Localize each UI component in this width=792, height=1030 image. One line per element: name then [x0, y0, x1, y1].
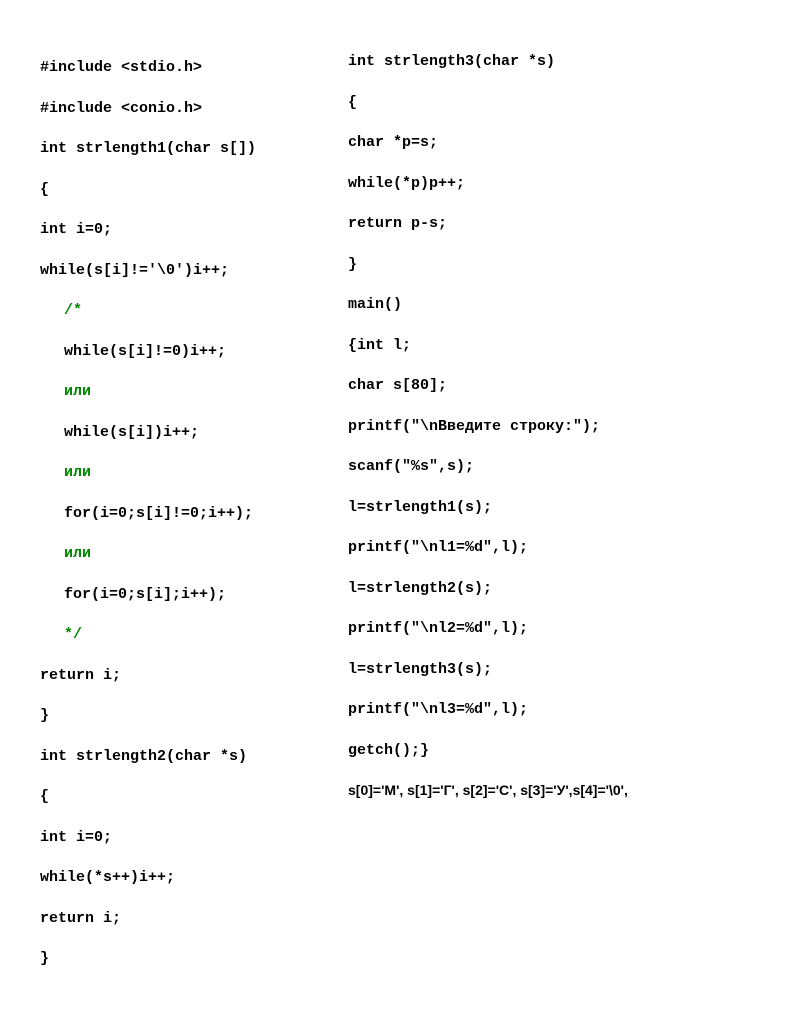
code-line: } — [40, 706, 320, 726]
code-line: l=strlength3(s); — [348, 660, 762, 680]
code-line: #include <conio.h> — [40, 99, 320, 119]
code-line: printf("\nl2=%d",l); — [348, 619, 762, 639]
comment-line: или — [40, 463, 320, 483]
code-line: l=strlength1(s); — [348, 498, 762, 518]
code-line: } — [348, 255, 762, 275]
code-line: int i=0; — [40, 828, 320, 848]
code-line: return i; — [40, 666, 320, 686]
code-line: { — [348, 93, 762, 113]
code-line: {int l; — [348, 336, 762, 356]
code-line: int strlength3(char *s) — [348, 52, 762, 72]
code-line: getch();} — [348, 741, 762, 761]
code-line: return i; — [40, 909, 320, 929]
code-line: while(*p)p++; — [348, 174, 762, 194]
comment-line: while(s[i])i++; — [40, 423, 320, 443]
comment-line: или — [40, 544, 320, 564]
code-line: char s[80]; — [348, 376, 762, 396]
right-column: int strlength3(char *s) { char *p=s; whi… — [348, 32, 762, 1010]
comment-line: for(i=0;s[i];i++); — [40, 585, 320, 605]
comment-line: или — [40, 382, 320, 402]
code-line: { — [40, 180, 320, 200]
code-line: printf("\nl3=%d",l); — [348, 700, 762, 720]
comment-line: */ — [40, 625, 320, 645]
code-line: int strlength2(char *s) — [40, 747, 320, 767]
code-line: int strlength1(char s[]) — [40, 139, 320, 159]
code-line: { — [40, 787, 320, 807]
comment-line: /* — [40, 301, 320, 321]
code-container: #include <stdio.h> #include <conio.h> in… — [0, 0, 792, 1030]
left-column: #include <stdio.h> #include <conio.h> in… — [40, 38, 320, 1010]
code-line: while(s[i]!='\0')i++; — [40, 261, 320, 281]
comment-line: for(i=0;s[i]!=0;i++); — [40, 504, 320, 524]
code-line: l=strlength2(s); — [348, 579, 762, 599]
code-line: main() — [348, 295, 762, 315]
code-line: scanf("%s",s); — [348, 457, 762, 477]
code-line: } — [40, 949, 320, 969]
code-line: printf("\nВведите строку:"); — [348, 417, 762, 437]
code-line: char *p=s; — [348, 133, 762, 153]
code-line: printf("\nl1=%d",l); — [348, 538, 762, 558]
code-line: return p-s; — [348, 214, 762, 234]
code-line: #include <stdio.h> — [40, 58, 320, 78]
footer-line: s[0]='М', s[1]='Г', s[2]='С', s[3]='У',s… — [348, 781, 762, 800]
code-line: int i=0; — [40, 220, 320, 240]
code-line: while(*s++)i++; — [40, 868, 320, 888]
comment-line: while(s[i]!=0)i++; — [40, 342, 320, 362]
